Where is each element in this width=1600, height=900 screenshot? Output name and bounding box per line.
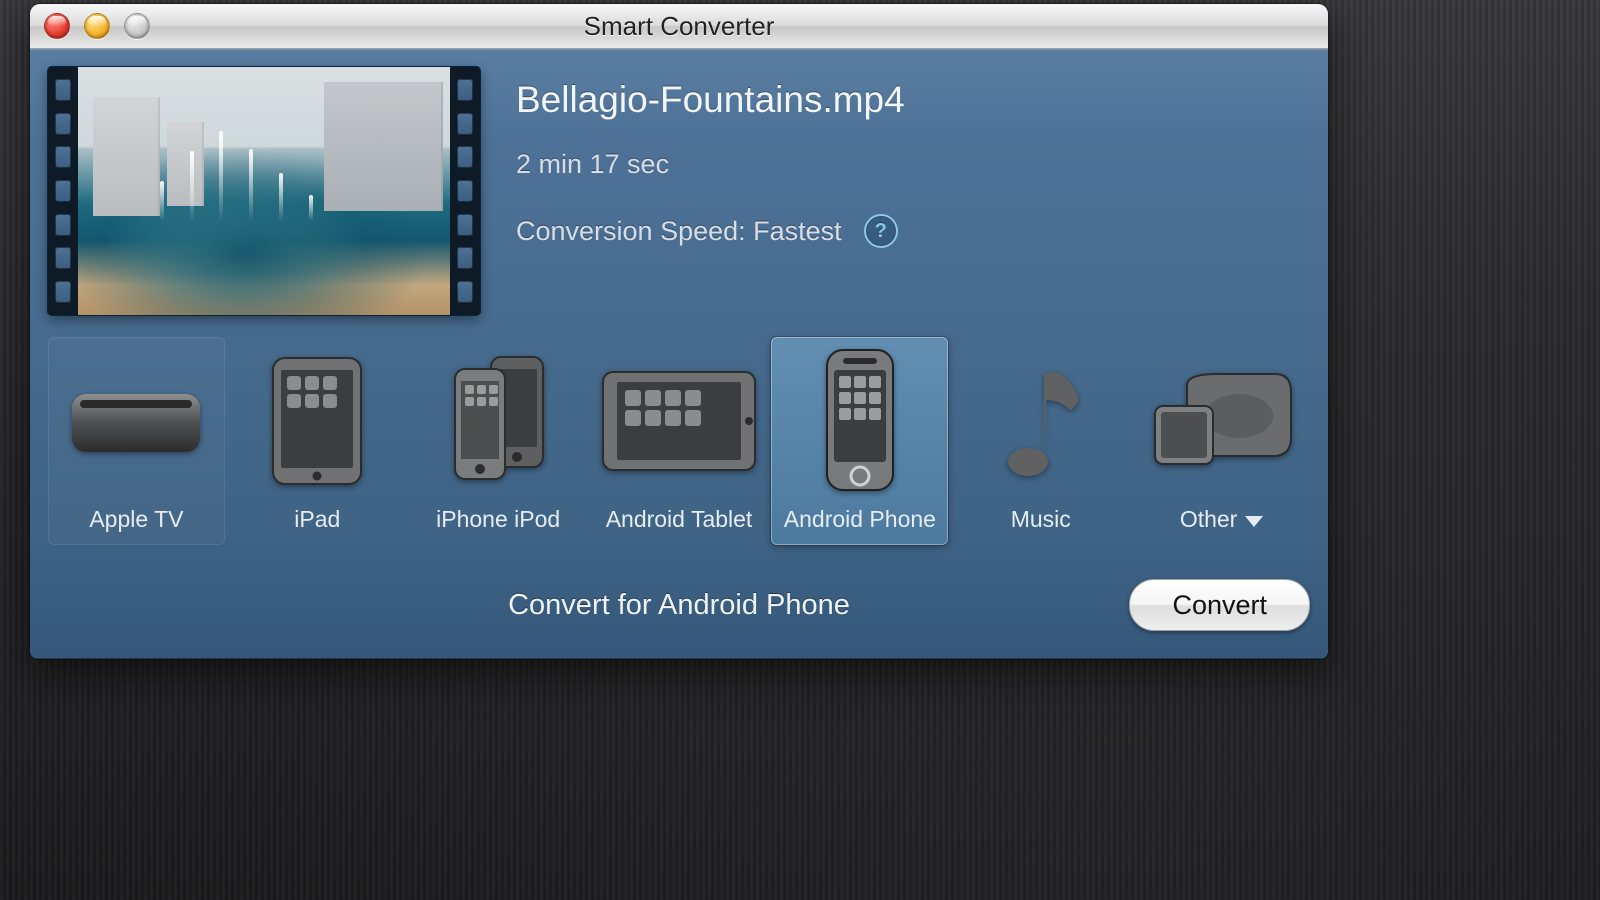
close-icon[interactable]	[44, 13, 70, 39]
preset-android-phone[interactable]: Android Phone	[771, 337, 948, 545]
app-body: Bellagio-Fountains.mp4 2 min 17 sec Conv…	[30, 49, 1328, 659]
file-name: Bellagio-Fountains.mp4	[516, 79, 1310, 121]
filmstrip-right	[450, 67, 480, 315]
preset-music[interactable]: Music	[952, 337, 1129, 545]
action-bar: Convert for Android Phone Convert	[48, 575, 1310, 635]
apple-tv-icon	[66, 345, 206, 496]
preset-android-tablet[interactable]: Android Tablet	[591, 337, 768, 545]
preset-iphone-ipod[interactable]: iPhone iPod	[410, 337, 587, 545]
zoom-icon[interactable]	[124, 13, 150, 39]
chevron-down-icon	[1245, 516, 1263, 527]
preset-strip: Apple TV iPad	[48, 337, 1310, 545]
help-icon[interactable]: ?	[864, 214, 898, 248]
preset-label: Other	[1180, 506, 1238, 533]
video-frame	[78, 67, 450, 315]
window-controls	[44, 4, 150, 48]
music-icon	[996, 345, 1086, 496]
preset-ipad[interactable]: iPad	[229, 337, 406, 545]
video-thumbnail[interactable]	[48, 67, 480, 315]
preset-label: Android Phone	[784, 506, 936, 533]
preset-label: Apple TV	[89, 506, 183, 533]
preset-apple-tv[interactable]: Apple TV	[48, 337, 225, 545]
preset-label: iPad	[294, 506, 340, 533]
preset-label: iPhone iPod	[436, 506, 560, 533]
convert-target-label: Convert for Android Phone	[48, 589, 1310, 622]
preset-label: Music	[1011, 506, 1071, 533]
preset-label: Android Tablet	[606, 506, 753, 533]
android-tablet-icon	[599, 345, 759, 496]
app-window: Smart Converter	[30, 4, 1328, 659]
file-info: Bellagio-Fountains.mp4 2 min 17 sec Conv…	[516, 67, 1310, 248]
conversion-speed-row: Conversion Speed: Fastest ?	[516, 214, 1310, 248]
android-phone-icon	[817, 345, 903, 496]
filmstrip-left	[48, 67, 78, 315]
window-title: Smart Converter	[584, 11, 775, 42]
titlebar[interactable]: Smart Converter	[30, 4, 1328, 49]
ipad-icon	[267, 345, 367, 496]
minimize-icon[interactable]	[84, 13, 110, 39]
iphone-ipod-icon	[443, 345, 553, 496]
other-devices-icon	[1147, 345, 1297, 496]
preset-other[interactable]: Other	[1133, 337, 1310, 545]
conversion-speed-label: Conversion Speed: Fastest	[516, 216, 842, 247]
file-duration: 2 min 17 sec	[516, 149, 1310, 180]
file-summary-row: Bellagio-Fountains.mp4 2 min 17 sec Conv…	[48, 67, 1310, 315]
